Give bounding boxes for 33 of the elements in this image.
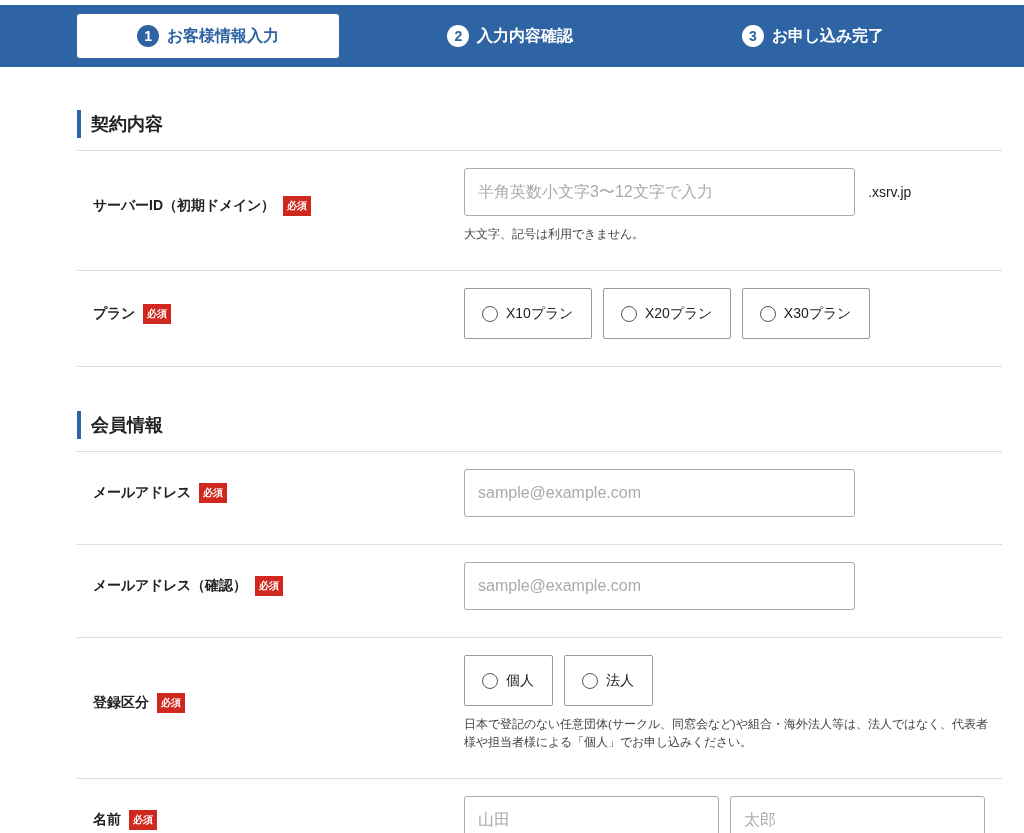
field-label: メールアドレス bbox=[93, 484, 191, 502]
radio-option[interactable]: X10プラン bbox=[464, 288, 592, 339]
required-badge: 必須 bbox=[283, 195, 311, 216]
step-label: お客様情報入力 bbox=[167, 25, 280, 46]
step-label: 入力内容確認 bbox=[477, 25, 574, 46]
required-badge: 必須 bbox=[157, 693, 185, 713]
help-text: 大文字、記号は利用できません。 bbox=[464, 227, 645, 242]
required-badge: 必須 bbox=[255, 576, 283, 596]
input-field[interactable]: 山田 bbox=[464, 796, 719, 833]
field-label: メールアドレス（確認） bbox=[93, 577, 247, 595]
required-badge: 必須 bbox=[129, 810, 157, 830]
step-number: 3 bbox=[741, 25, 764, 47]
help-text: 日本で登記のない任意団体(サークル、同窓会など)や組合・海外法人等は、法人ではなく、代表者様や担当者様による「個人」でお申し込みください。 bbox=[464, 717, 989, 750]
radio-option[interactable]: 個人 bbox=[464, 655, 553, 706]
section-heading: 契約内容 bbox=[77, 110, 1002, 138]
radio-option[interactable]: 法人 bbox=[564, 655, 653, 706]
field-label: 名前 bbox=[93, 811, 121, 829]
domain-suffix: .xsrv.jp bbox=[868, 184, 912, 200]
step-label: お申し込み完了 bbox=[771, 25, 884, 46]
required-badge: 必須 bbox=[199, 483, 227, 503]
field-label: 登録区分 bbox=[93, 694, 149, 712]
section-heading: 会員情報 bbox=[77, 411, 1002, 439]
field-label: サーバーID（初期ドメイン） bbox=[93, 196, 275, 215]
radio-option[interactable]: X30プラン bbox=[741, 288, 870, 339]
input-field[interactable]: sample@example.com bbox=[464, 562, 855, 610]
required-badge: 必須 bbox=[143, 303, 171, 324]
step-number: 1 bbox=[137, 25, 160, 47]
radio-option[interactable]: X20プラン bbox=[602, 288, 731, 339]
input-field[interactable]: sample@example.com bbox=[464, 469, 855, 517]
field-label: プラン bbox=[93, 304, 135, 323]
input-field[interactable]: 半角英数小文字3〜12文字で入力 bbox=[464, 168, 855, 216]
step-number: 2 bbox=[447, 25, 470, 47]
input-field[interactable]: 太郎 bbox=[730, 796, 985, 833]
